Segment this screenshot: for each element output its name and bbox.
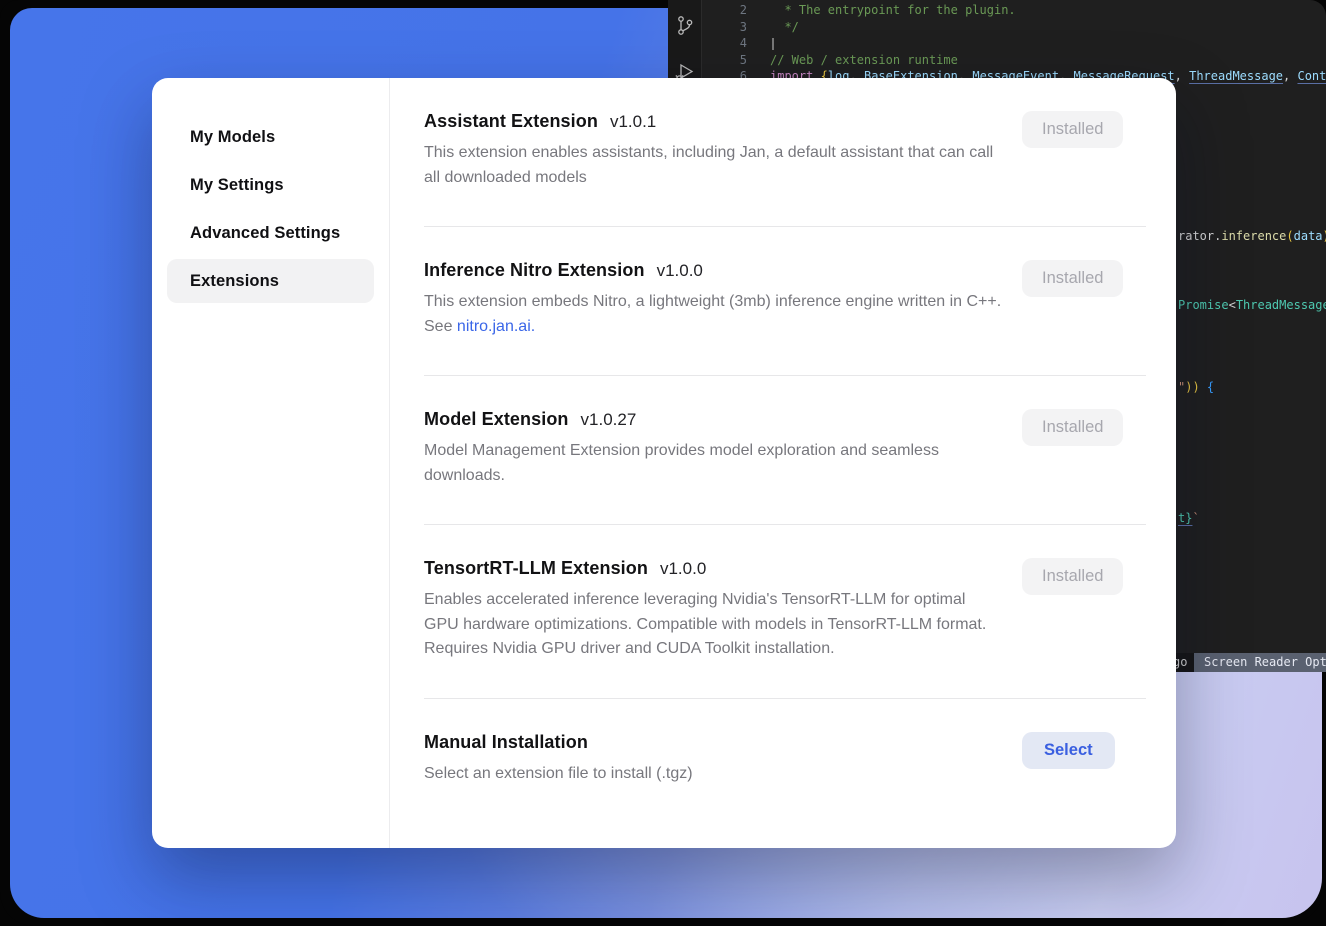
extension-description: This extension enables assistants, inclu… (424, 141, 1002, 190)
screenshot-root: 2 * The entrypoint for the plugin.3 */45… (0, 0, 1326, 926)
installed-button[interactable]: Installed (1022, 111, 1123, 148)
select-button[interactable]: Select (1022, 732, 1115, 769)
settings-sidebar: My Models My Settings Advanced Settings … (152, 78, 390, 848)
extension-version: v1.0.27 (581, 410, 637, 430)
extension-row-assistant: Assistant Extension v1.0.1 This extensio… (424, 78, 1146, 226)
extensions-list: Assistant Extension v1.0.1 This extensio… (390, 78, 1176, 848)
extension-description: Select an extension file to install (.tg… (424, 762, 1002, 787)
extension-description: This extension embeds Nitro, a lightweig… (424, 290, 1002, 339)
desktop-canvas: 2 * The entrypoint for the plugin.3 */45… (0, 0, 1326, 926)
nitro-jan-ai-link[interactable]: nitro.jan.ai. (457, 318, 535, 335)
extension-row-manual-installation: Manual Installation Select an extension … (424, 699, 1146, 827)
extension-row-inference-nitro: Inference Nitro Extension v1.0.0 This ex… (424, 227, 1146, 375)
extension-name: Model Extension (424, 409, 569, 430)
extension-info: Inference Nitro Extension v1.0.0 This ex… (424, 260, 1002, 339)
installed-button[interactable]: Installed (1022, 409, 1123, 446)
extension-info: Assistant Extension v1.0.1 This extensio… (424, 111, 1002, 190)
sidebar-item-extensions[interactable]: Extensions (167, 259, 374, 303)
extension-description: Enables accelerated inference leveraging… (424, 588, 1002, 662)
code-lines[interactable]: 2 * The entrypoint for the plugin.3 */45… (703, 2, 1326, 85)
extension-name: Assistant Extension (424, 111, 598, 132)
sidebar-item-label: My Settings (190, 176, 284, 195)
installed-button[interactable]: Installed (1022, 260, 1123, 297)
sidebar-item-my-models[interactable]: My Models (167, 115, 374, 159)
installed-button[interactable]: Installed (1022, 558, 1123, 595)
extension-description: Model Management Extension provides mode… (424, 439, 1002, 488)
sidebar-item-label: My Models (190, 128, 275, 147)
extension-name: Manual Installation (424, 732, 588, 753)
extension-name: Inference Nitro Extension (424, 260, 645, 281)
extension-info: Model Extension v1.0.27 Model Management… (424, 409, 1002, 488)
extension-name: TensortRT-LLM Extension (424, 558, 648, 579)
screen-reader-status-item[interactable]: Screen Reader Optimized (1194, 653, 1326, 672)
sidebar-item-advanced-settings[interactable]: Advanced Settings (167, 211, 374, 255)
extension-version: v1.0.0 (660, 559, 706, 579)
sidebar-item-label: Advanced Settings (190, 224, 340, 243)
settings-modal: My Models My Settings Advanced Settings … (152, 78, 1176, 848)
extension-version: v1.0.1 (610, 112, 656, 132)
extension-version: v1.0.0 (657, 261, 703, 281)
extension-info: TensortRT-LLM Extension v1.0.0 Enables a… (424, 558, 1002, 662)
sidebar-item-my-settings[interactable]: My Settings (167, 163, 374, 207)
sidebar-item-label: Extensions (190, 272, 279, 291)
extension-info: Manual Installation Select an extension … (424, 732, 1002, 787)
source-control-icon[interactable] (674, 14, 696, 38)
extension-row-tensorrt-llm: TensortRT-LLM Extension v1.0.0 Enables a… (424, 525, 1146, 698)
extension-row-model: Model Extension v1.0.27 Model Management… (424, 376, 1146, 524)
